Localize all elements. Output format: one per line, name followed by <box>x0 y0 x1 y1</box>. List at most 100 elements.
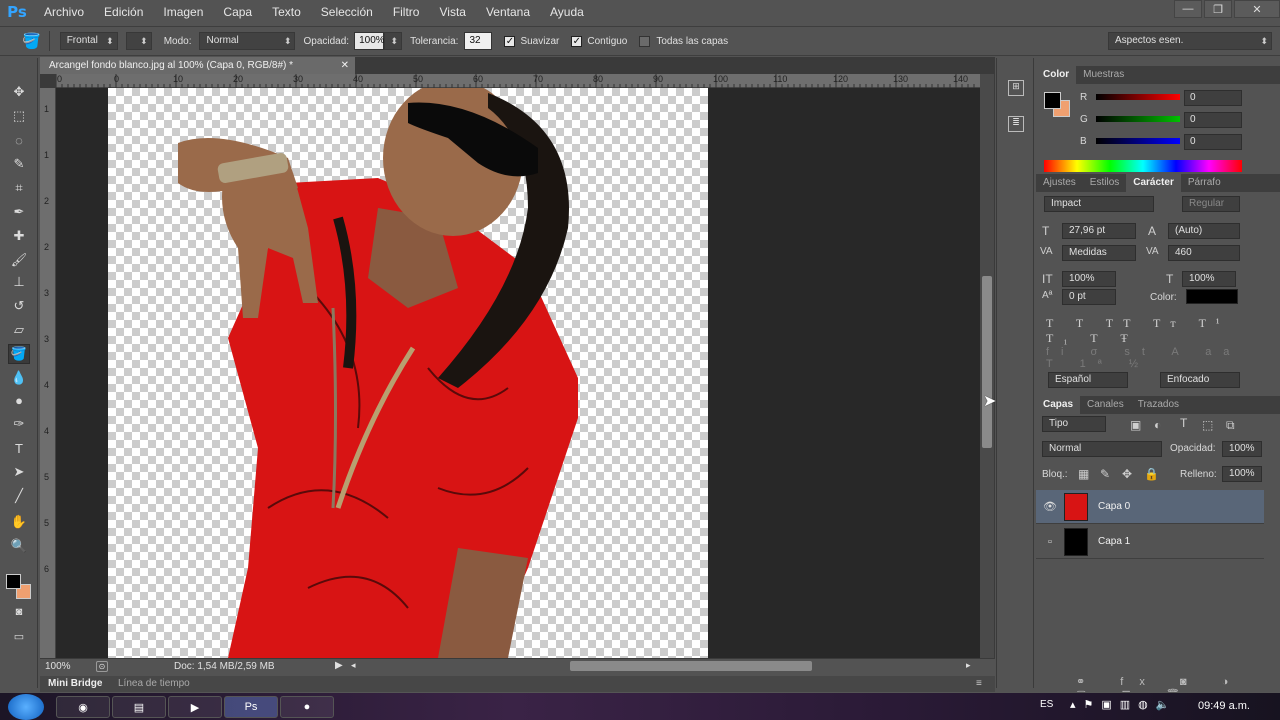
eyedropper-tool-icon[interactable]: ✒ <box>8 202 30 222</box>
menu-imagen[interactable]: Imagen <box>153 0 213 24</box>
tab-adjustments[interactable]: Ajustes <box>1036 174 1083 192</box>
vertical-scale-input[interactable]: 100% <box>1062 271 1116 287</box>
language-indicator[interactable]: ES <box>1040 699 1053 710</box>
start-button[interactable] <box>8 694 44 720</box>
antialias-select[interactable]: Enfocado <box>1160 372 1240 388</box>
properties-panel-icon[interactable]: ≣ <box>1008 116 1024 132</box>
menu-ayuda[interactable]: Ayuda <box>540 0 594 24</box>
fg-color-swatch[interactable] <box>1044 92 1061 109</box>
quick-mask-icon[interactable]: ◙ <box>8 602 30 622</box>
r-channel-slider[interactable] <box>1096 94 1180 100</box>
pattern-picker[interactable] <box>125 32 152 50</box>
tolerance-input[interactable]: 32 <box>464 32 493 50</box>
opacity-input[interactable]: 100% <box>354 32 385 50</box>
contiguous-checkbox[interactable]: ✓ <box>571 35 583 47</box>
all-layers-checkbox[interactable] <box>639 35 651 47</box>
horizontal-scroll-thumb[interactable] <box>570 661 812 671</box>
g-channel-slider[interactable] <box>1096 116 1180 122</box>
dodge-tool-icon[interactable]: ● <box>8 390 30 410</box>
g-channel-value[interactable]: 0 <box>1184 112 1242 128</box>
layer-row[interactable]: ▫ Capa 1 <box>1036 525 1264 559</box>
b-channel-value[interactable]: 0 <box>1184 134 1242 150</box>
zoom-tool-icon[interactable]: 🔍 <box>8 536 30 556</box>
mode-select[interactable]: Normal <box>199 32 296 50</box>
layer-opacity-input[interactable]: 100% <box>1222 441 1262 457</box>
tab-timeline[interactable]: Línea de tiempo <box>118 676 190 692</box>
fill-input[interactable]: 100% <box>1222 466 1262 482</box>
zoom-level[interactable]: 100% <box>45 661 71 672</box>
language-select[interactable]: Español <box>1048 372 1128 388</box>
clock[interactable]: 09:49 a.m. <box>1198 700 1250 712</box>
restore-button[interactable]: ❐ <box>1204 0 1232 18</box>
foreground-color-swatch[interactable] <box>6 574 21 589</box>
lock-all-icon[interactable]: 🔒 <box>1144 467 1159 481</box>
eraser-tool-icon[interactable]: ▱ <box>8 320 30 340</box>
tab-paragraph[interactable]: Párrafo <box>1181 174 1228 192</box>
menu-filtro[interactable]: Filtro <box>383 0 430 24</box>
clone-stamp-icon[interactable]: ⊥ <box>8 272 30 292</box>
tab-swatches[interactable]: Muestras <box>1076 66 1131 84</box>
tab-styles[interactable]: Estilos <box>1083 174 1126 192</box>
layer-name[interactable]: Capa 0 <box>1098 501 1130 512</box>
history-panel-icon[interactable]: ⊞ <box>1008 80 1024 96</box>
tab-paths[interactable]: Trazados <box>1131 396 1186 414</box>
layers-footer-buttons[interactable]: ⚭ fx ◙ ◑ ▢ ⊞ 🗑 <box>1036 675 1280 701</box>
text-style-buttons[interactable]: T T TT Tт T¹ T₁ T Ŧ <box>1046 316 1246 346</box>
healing-brush-icon[interactable]: ✚ <box>8 226 30 246</box>
history-brush-icon[interactable]: ↺ <box>8 296 30 316</box>
font-style-select[interactable]: Regular <box>1182 196 1240 212</box>
chrome-taskbar-icon[interactable]: ◉ <box>56 696 110 718</box>
pen-tool-icon[interactable]: ✑ <box>8 414 30 434</box>
path-select-tool-icon[interactable]: ➤ <box>8 462 30 482</box>
workspace-select[interactable]: Aspectos esen. <box>1108 32 1272 50</box>
quick-select-tool-icon[interactable]: ✎ <box>8 154 30 174</box>
antialias-checkbox[interactable]: ✓ <box>504 35 516 47</box>
font-size-input[interactable]: 27,96 pt <box>1062 223 1136 239</box>
layer-name[interactable]: Capa 1 <box>1098 536 1130 547</box>
close-button[interactable]: ✕ <box>1234 0 1280 18</box>
status-options-icon[interactable]: ⊙ <box>96 661 108 672</box>
brush-tool-icon[interactable]: 🖌 <box>8 250 30 270</box>
type-tool-icon[interactable]: T <box>8 438 30 458</box>
close-tab-icon[interactable]: ✕ <box>341 57 349 74</box>
hand-tool-icon[interactable]: ✋ <box>8 512 30 532</box>
kerning-select[interactable]: Medidas <box>1062 245 1136 261</box>
paint-bucket-tool-icon[interactable]: 🪣 <box>8 344 30 364</box>
layer-filter-select[interactable]: Tipo <box>1042 416 1106 432</box>
scroll-right-arrow-icon[interactable]: ▸ <box>966 660 971 671</box>
image-canvas[interactable] <box>108 88 708 658</box>
photoshop-taskbar-button[interactable]: Ps <box>224 696 278 718</box>
menu-archivo[interactable]: Archivo <box>34 0 94 24</box>
lasso-tool-icon[interactable]: ◌ <box>8 130 30 150</box>
fill-source-select[interactable]: Frontal <box>59 32 118 50</box>
baseline-shift-input[interactable]: 0 pt <box>1062 289 1116 305</box>
tab-color[interactable]: Color <box>1036 66 1077 84</box>
screen-mode-icon[interactable]: ▭ <box>8 626 30 646</box>
lock-transparency-icon[interactable]: ▦ <box>1078 467 1089 481</box>
r-channel-value[interactable]: 0 <box>1184 90 1242 106</box>
blur-tool-icon[interactable]: 💧 <box>8 368 30 388</box>
vertical-scroll-thumb[interactable] <box>982 276 992 448</box>
filter-pixel-icon[interactable]: ▣ <box>1130 418 1141 432</box>
color-spectrum-bar[interactable] <box>1044 160 1242 172</box>
move-tool-icon[interactable]: ✥ <box>8 82 30 102</box>
line-tool-icon[interactable]: ╱ <box>8 486 30 506</box>
minimize-button[interactable]: — <box>1174 0 1202 18</box>
filter-shape-icon[interactable]: ⬚ <box>1202 418 1213 432</box>
filter-adjustment-icon[interactable]: ◐ <box>1154 418 1161 432</box>
filter-smart-object-icon[interactable]: ⧉ <box>1226 418 1235 433</box>
tab-character[interactable]: Carácter <box>1126 174 1181 192</box>
menu-edicion[interactable]: Edición <box>94 0 153 24</box>
tracking-input[interactable]: 460 <box>1168 245 1240 261</box>
document-tab[interactable]: Arcangel fondo blanco.jpg al 100% (Capa … <box>40 57 355 74</box>
scroll-left-arrow-icon[interactable]: ◂ <box>351 660 356 671</box>
explorer-taskbar-icon[interactable]: ▤ <box>112 696 166 718</box>
marquee-tool-icon[interactable]: ⬚ <box>8 106 30 126</box>
tab-mini-bridge[interactable]: Mini Bridge <box>48 676 102 692</box>
leading-input[interactable]: (Auto) <box>1168 223 1240 239</box>
opentype-buttons[interactable]: fi σ st A aa T 1ª ½ <box>1046 346 1246 370</box>
eye-icon[interactable]: 👁 <box>1036 500 1064 513</box>
horizontal-scale-input[interactable]: 100% <box>1182 271 1236 287</box>
menu-capa[interactable]: Capa <box>213 0 262 24</box>
media-player-taskbar-icon[interactable]: ▶ <box>168 696 222 718</box>
